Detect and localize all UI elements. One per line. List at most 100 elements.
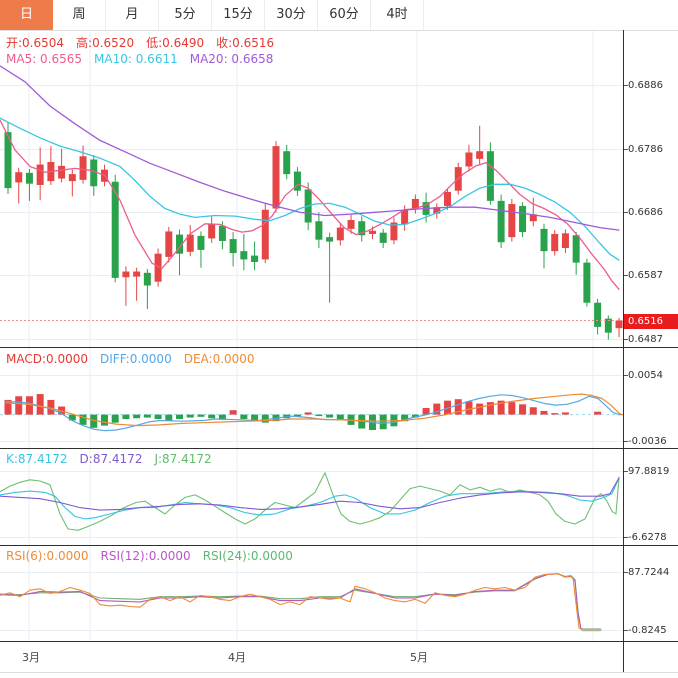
macd-histogram-bar <box>561 412 569 415</box>
candle-body <box>79 156 87 180</box>
macd-histogram-bar <box>122 414 130 419</box>
price-axis-label: 87.7244 <box>628 566 670 578</box>
candle-body <box>379 232 387 243</box>
candle-body <box>68 174 76 182</box>
candle-body <box>615 320 623 329</box>
candle-body <box>540 228 548 252</box>
macd-histogram-bar <box>476 403 484 415</box>
ma-value: MA20: 0.6658 <box>189 52 274 66</box>
candle-body <box>36 164 44 185</box>
macd-value: DIFF:0.0000 <box>100 352 172 366</box>
kdj-readout: K:87.4172 D:87.4172 J:87.4172 <box>6 452 224 466</box>
macd-histogram-bar <box>100 414 108 426</box>
macd-histogram-bar <box>529 407 537 415</box>
macd-histogram-bar <box>111 414 119 423</box>
macd-readout: MACD:0.0000 DIFF:0.0000 DEA:0.0000 <box>6 352 267 366</box>
candle-body <box>272 146 280 209</box>
rsi-rsi6-line <box>0 573 587 631</box>
kdj-value: D:87.4172 <box>79 452 143 466</box>
candle-body <box>133 271 141 277</box>
price-axis-label: -0.8245 <box>628 624 667 636</box>
last-price-badge: 0.6516 <box>624 314 678 329</box>
candle-body <box>251 255 259 262</box>
macd-histogram-bar <box>176 414 184 419</box>
ohlc-readout: 开:0.6504 高:0.6520 低:0.6490 收:0.6516 <box>6 34 286 51</box>
candle-body <box>58 165 66 179</box>
rsi-rsi24-line <box>0 573 593 631</box>
candle-body <box>15 172 23 183</box>
macd-histogram-bar <box>261 414 269 423</box>
macd-histogram-bar <box>165 414 173 421</box>
candle-body <box>465 152 473 167</box>
macd-histogram-bar <box>36 394 44 415</box>
ma-value: MA10: 0.6611 <box>94 52 178 66</box>
kdj-d-line <box>0 477 620 511</box>
macd-histogram-bar <box>508 402 516 415</box>
rsi-readout: RSI(6):0.0000 RSI(12):0.0000 RSI(24):0.000… <box>6 549 305 563</box>
rsi-value: RSI(12):0.0000 <box>100 549 191 563</box>
candle-body <box>165 231 173 257</box>
candle-body <box>508 204 516 238</box>
candle-body <box>486 151 494 201</box>
candle-body <box>122 271 130 278</box>
kdj-value: K:87.4172 <box>6 452 68 466</box>
candle-body <box>218 225 226 241</box>
candle-body <box>476 151 484 159</box>
time-axis-label: 4月 <box>228 651 246 664</box>
candle-body <box>594 302 602 327</box>
ohlc-value: 开:0.6504 <box>6 36 65 50</box>
macd-histogram-bar <box>304 412 312 415</box>
price-axis-label: 0.6886 <box>628 79 663 91</box>
candle-body <box>143 272 151 286</box>
price-axis-label: 0.6786 <box>628 143 663 155</box>
candle-body <box>401 209 409 225</box>
macd-histogram-bar <box>15 396 23 415</box>
price-axis-label: 0.0054 <box>628 369 663 381</box>
macd-histogram-bar <box>465 401 473 415</box>
chart-app: 日周月 5分 15分 30分 60分 4时 开:0.6504 高:0.6520 低:0.649… <box>0 0 678 678</box>
candle-body <box>283 151 291 175</box>
macd-value: DEA:0.0000 <box>183 352 255 366</box>
macd-histogram-bar <box>540 410 548 415</box>
macd-histogram-bar <box>486 402 494 415</box>
candle-body <box>25 172 33 184</box>
candle-body <box>240 251 248 260</box>
time-axis-label: 3月 <box>22 651 40 664</box>
macd-histogram-bar <box>379 414 387 430</box>
macd-histogram-bar <box>594 411 602 415</box>
chart-svg[interactable] <box>0 0 678 678</box>
macd-histogram-bar <box>326 414 334 418</box>
kdj-j-line <box>0 472 620 531</box>
price-axis-label: -0.0036 <box>628 435 667 447</box>
candle-body <box>347 219 355 229</box>
price-axis-label: 0.6487 <box>628 333 663 345</box>
ohlc-value: 高:0.6520 <box>76 36 135 50</box>
macd-histogram-bar <box>551 413 559 415</box>
kdj-k-line <box>0 477 620 520</box>
rsi-value: RSI(24):0.0000 <box>202 549 293 563</box>
macd-histogram-bar <box>229 410 237 415</box>
macd-histogram-bar <box>519 404 527 415</box>
price-axis-label: 97.8819 <box>628 465 670 477</box>
macd-histogram-bar <box>208 414 216 419</box>
candle-body <box>208 223 216 239</box>
macd-value: MACD:0.0000 <box>6 352 89 366</box>
candle-body <box>229 239 237 254</box>
candle-body <box>583 262 591 303</box>
macd-histogram-bar <box>315 414 323 417</box>
candle-body <box>519 205 527 233</box>
candle-body <box>551 233 559 252</box>
kdj-value: J:87.4172 <box>154 452 212 466</box>
macd-histogram-bar <box>133 414 141 419</box>
time-axis-label: 5月 <box>410 651 428 664</box>
price-axis-label: 0.6587 <box>628 269 663 281</box>
macd-histogram-bar <box>197 414 205 417</box>
candle-body <box>561 233 569 248</box>
candle-body <box>326 237 334 242</box>
candle-body <box>572 235 580 263</box>
candle-body <box>497 200 505 243</box>
price-axis-label: 0.6686 <box>628 206 663 218</box>
ma-readout: MA5: 0.6565 MA10: 0.6611 MA20: 0.6658 <box>6 52 285 66</box>
ohlc-value: 低:0.6490 <box>146 36 205 50</box>
candle-body <box>197 235 205 250</box>
